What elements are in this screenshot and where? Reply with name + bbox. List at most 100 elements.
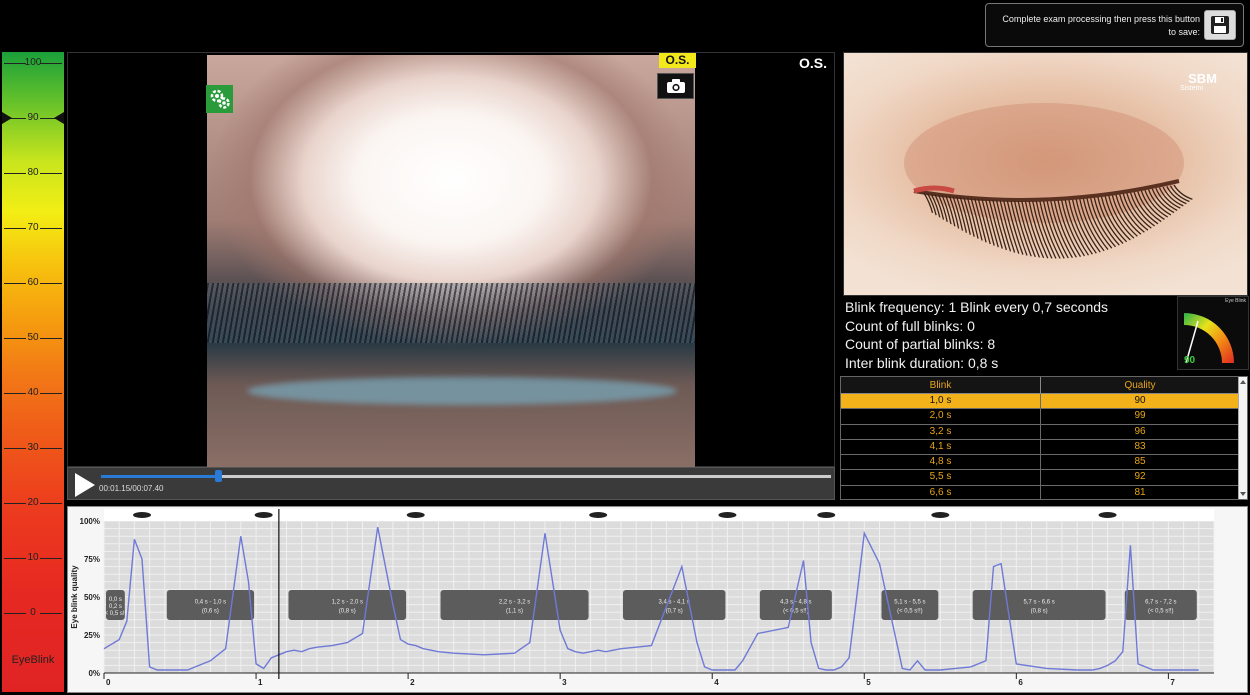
cell-blink: 3,2 s [929,425,952,437]
gauge-value: 90 [1184,355,1196,366]
scale-tick-label: 10 [27,552,39,563]
y-tick-label: 0% [88,669,100,678]
inter-blink-duration: Inter blink duration: 0,8 s [845,354,999,371]
scale-tick: 10 [2,552,64,564]
blink-interval-label: (0,6 s) [202,609,219,615]
save-instruction: Complete exam processing then press this… [1002,14,1200,37]
scale-tick: 70 [2,222,64,234]
scale-marker-right [54,112,64,124]
scale-tick-label: 80 [27,167,39,178]
table-row[interactable]: 4,1 s 83 [841,439,1239,456]
scale-tick-label: 30 [27,442,39,453]
x-tick-label: 6 [1018,678,1023,687]
chart-svg: 100% 75% 50% 25% 0% Eye blink quality 0 1 2 3 4 5 6 7… [70,509,1215,687]
eyelash-texture [207,283,695,343]
eye-badge: O.S. [659,53,696,68]
x-tick-label: 0 [106,678,111,687]
blink-stats: Blink frequency: 1 Blink every 0,7 secon… [845,298,1175,372]
blink-interval-label: 0,0 s [109,597,122,603]
cell-quality: 81 [1040,485,1239,499]
table-body: 1,0 s 90 2,0 s 99 3,2 s 96 4,1 s 83 4,8 s 85 5,5 s… [841,394,1239,499]
scale-tick: 20 [2,497,64,509]
table-row[interactable]: 4,8 s 85 [841,455,1239,471]
play-icon[interactable] [72,471,98,499]
seek-bar[interactable] [101,470,831,482]
tear-meniscus [247,377,677,405]
eye-marker-icon [1098,512,1117,518]
process-button[interactable] [206,85,233,113]
x-tick-label: 7 [1170,678,1175,687]
cell-quality: 90 [1040,394,1239,409]
blink-interval-label: (0,8 s) [339,609,356,615]
blink-interval-label: (< 0,5 s!!) [783,609,809,615]
table-row[interactable]: 1,0 s 90 [841,394,1239,410]
cell-quality: 85 [1040,455,1239,470]
eye-marker-icon [406,512,425,518]
partial-blink-count: Count of partial blinks: 8 [845,336,996,352]
scale-tick-label: 100 [24,57,42,68]
full-blink-count: Count of full blinks: 0 [845,317,975,334]
x-tick-label: 5 [866,678,871,687]
scale-brand: EyeBlink [11,654,55,666]
table-scrollbar[interactable] [1238,377,1247,499]
cell-quality: 92 [1040,470,1239,485]
scale-tick: 50 [2,332,64,344]
eye-marker-icon [931,512,950,518]
blink-interval-label: 1,2 s - 2,0 s [332,600,363,606]
video-player-bar: 00:01.15/00:07.40 [67,467,835,500]
eye-marker-icon [718,512,737,518]
floppy-disk-icon [1211,16,1229,34]
cell-blink: 5,5 s [929,471,952,483]
column-header-quality[interactable]: Quality [1040,377,1239,393]
cell-blink: 4,1 s [929,440,952,452]
blink-interval-label: 5,7 s - 6,6 s [1023,600,1054,606]
blink-interval-label: (1,1 s) [506,609,523,615]
blink-table: Blink Quality 1,0 s 90 2,0 s 99 3,2 s 96 4,1 s… [840,376,1248,500]
eye-side-label: O.S. [799,55,828,71]
table-header: Blink Quality [841,377,1239,394]
blink-frequency: Blink frequency: 1 Blink every 0,7 secon… [845,299,1109,315]
seek-thumb[interactable] [214,470,222,482]
eye-illustration: SBM Sistemi [843,52,1248,296]
eye-marker-icon [817,512,836,518]
scroll-down-icon[interactable] [1240,492,1246,496]
blink-interval-label: 5,1 s - 5,5 s [894,600,925,606]
camera-icon [666,79,685,93]
scale-marker-left [2,112,12,124]
scale-tick-label: 50 [27,332,39,343]
save-button[interactable] [1204,10,1236,40]
sbm-logo: SBM [1188,71,1217,86]
blink-interval-label: 3,4 s - 4,1 s [659,600,690,606]
table-row[interactable]: 5,5 s 92 [841,470,1239,486]
gears-icon [210,89,230,109]
blink-interval-label: 2,2 s - 3,2 s [499,600,530,606]
y-tick-label: 50% [84,593,100,602]
y-axis-label: Eye blink quality [70,565,79,629]
eye-marker-icon [589,512,608,518]
top-bar: Complete exam processing then press this… [0,0,1250,50]
scale-tick: 80 [2,167,64,179]
table-row[interactable]: 6,6 s 81 [841,485,1239,499]
gauge-title: Eye Blink [1225,298,1246,304]
cell-quality: 99 [1040,409,1239,424]
quality-gauge: Eye Blink 90 [1177,296,1249,370]
column-header-blink[interactable]: Blink [841,377,1040,393]
video-panel: O.S. O.S. [67,52,835,468]
eye-marker-icon [254,512,273,518]
x-tick-label: 4 [714,678,719,687]
scale-tick: 30 [2,442,64,454]
table-row[interactable]: 3,2 s 96 [841,424,1239,440]
cell-blink: 4,8 s [929,456,952,468]
scroll-up-icon[interactable] [1240,380,1246,384]
eye-video-frame[interactable] [207,55,695,468]
blink-interval-label: (< 0,5 s!!) [1148,609,1174,615]
table-row[interactable]: 2,0 s 99 [841,409,1239,425]
scale-tick: 100 [2,57,64,69]
cell-blink: 2,0 s [929,410,952,422]
quality-scale: EyeBlink 100 90 80 70 60 50 40 30 20 10 0 [2,52,64,692]
x-tick-label: 2 [410,678,415,687]
scale-tick: 40 [2,387,64,399]
cell-quality: 96 [1040,424,1239,439]
blink-interval-label: (< 0,5 s!!) [897,609,923,615]
snapshot-button[interactable] [657,73,694,99]
